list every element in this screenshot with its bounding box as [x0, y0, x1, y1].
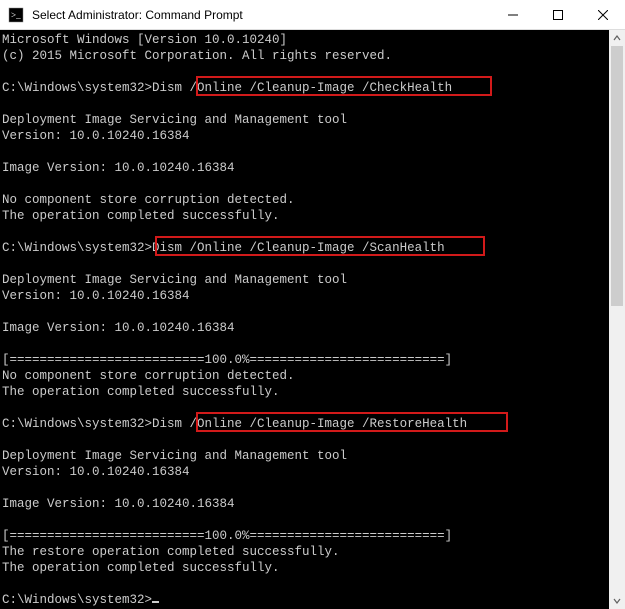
terminal-line: (c) 2015 Microsoft Corporation. All righ… — [2, 48, 605, 64]
terminal-line: Image Version: 10.0.10240.16384 — [2, 320, 605, 336]
terminal-line: The operation completed successfully. — [2, 384, 605, 400]
terminal-line: C:\Windows\system32>Dism /Online /Cleanu… — [2, 80, 605, 96]
terminal-line — [2, 256, 605, 272]
terminal-line — [2, 304, 605, 320]
terminal-line: Deployment Image Servicing and Managemen… — [2, 272, 605, 288]
vertical-scrollbar[interactable] — [609, 30, 625, 609]
terminal-output[interactable]: Microsoft Windows [Version 10.0.10240](c… — [0, 30, 609, 609]
terminal-line: Image Version: 10.0.10240.16384 — [2, 496, 605, 512]
terminal-line: No component store corruption detected. — [2, 192, 605, 208]
terminal-line: Microsoft Windows [Version 10.0.10240] — [2, 32, 605, 48]
terminal-line — [2, 336, 605, 352]
terminal-wrap: Microsoft Windows [Version 10.0.10240](c… — [0, 30, 625, 609]
terminal-line — [2, 400, 605, 416]
terminal-line: [==========================100.0%=======… — [2, 352, 605, 368]
terminal-line — [2, 480, 605, 496]
terminal-line: C:\Windows\system32> — [2, 592, 605, 608]
terminal-line: Version: 10.0.10240.16384 — [2, 464, 605, 480]
maximize-button[interactable] — [535, 0, 580, 29]
terminal-line: The operation completed successfully. — [2, 208, 605, 224]
window-controls — [490, 0, 625, 29]
terminal-line: Version: 10.0.10240.16384 — [2, 128, 605, 144]
terminal-line: [==========================100.0%=======… — [2, 528, 605, 544]
terminal-line — [2, 512, 605, 528]
terminal-line — [2, 176, 605, 192]
close-button[interactable] — [580, 0, 625, 29]
terminal-line: Version: 10.0.10240.16384 — [2, 288, 605, 304]
scroll-track[interactable] — [609, 46, 625, 593]
terminal-line: Image Version: 10.0.10240.16384 — [2, 160, 605, 176]
minimize-button[interactable] — [490, 0, 535, 29]
svg-text:>_: >_ — [11, 10, 21, 20]
scroll-down-arrow[interactable] — [609, 593, 625, 609]
window-title: Select Administrator: Command Prompt — [32, 8, 490, 22]
titlebar: >_ Select Administrator: Command Prompt — [0, 0, 625, 30]
terminal-line: The operation completed successfully. — [2, 560, 605, 576]
terminal-line: C:\Windows\system32>Dism /Online /Cleanu… — [2, 416, 605, 432]
cmd-icon: >_ — [8, 7, 24, 23]
cursor — [152, 601, 159, 603]
terminal-line — [2, 64, 605, 80]
terminal-line — [2, 144, 605, 160]
terminal-line: Deployment Image Servicing and Managemen… — [2, 112, 605, 128]
terminal-line — [2, 432, 605, 448]
terminal-line — [2, 576, 605, 592]
terminal-line — [2, 224, 605, 240]
scroll-up-arrow[interactable] — [609, 30, 625, 46]
terminal-line: The restore operation completed successf… — [2, 544, 605, 560]
scroll-thumb[interactable] — [611, 46, 623, 306]
terminal-line — [2, 96, 605, 112]
terminal-line: Deployment Image Servicing and Managemen… — [2, 448, 605, 464]
terminal-line: No component store corruption detected. — [2, 368, 605, 384]
terminal-line: C:\Windows\system32>Dism /Online /Cleanu… — [2, 240, 605, 256]
